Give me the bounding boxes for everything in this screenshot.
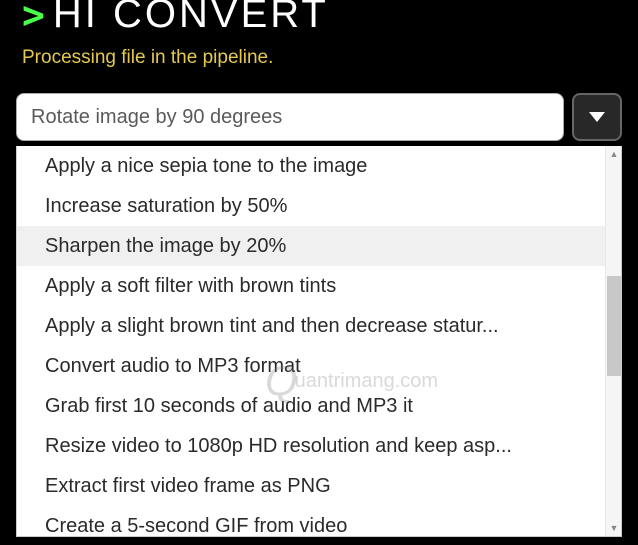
- dropdown-panel: Apply a nice sepia tone to the imageIncr…: [16, 146, 622, 537]
- dropdown-item[interactable]: Convert audio to MP3 format: [17, 346, 605, 386]
- dropdown-list: Apply a nice sepia tone to the imageIncr…: [17, 146, 605, 536]
- dropdown-item[interactable]: Create a 5-second GIF from video: [17, 506, 605, 536]
- dropdown-item[interactable]: Resize video to 1080p HD resolution and …: [17, 426, 605, 466]
- dropdown-item[interactable]: Apply a slight brown tint and then decre…: [17, 306, 605, 346]
- scroll-thumb[interactable]: [607, 276, 621, 376]
- scroll-down-arrow-icon[interactable]: ▼: [606, 520, 622, 536]
- select-dropdown-button[interactable]: [572, 93, 622, 141]
- logo-text: HI CONVERT: [53, 0, 329, 37]
- dropdown-item[interactable]: Extract first video frame as PNG: [17, 466, 605, 506]
- dropdown-item[interactable]: Increase saturation by 50%: [17, 186, 605, 226]
- dropdown-item[interactable]: Apply a nice sepia tone to the image: [17, 146, 605, 186]
- select-input[interactable]: Rotate image by 90 degrees: [16, 93, 564, 141]
- dropdown-item[interactable]: Grab first 10 seconds of audio and MP3 i…: [17, 386, 605, 426]
- select-value: Rotate image by 90 degrees: [31, 106, 282, 129]
- scrollbar[interactable]: ▲ ▼: [605, 146, 621, 536]
- scroll-up-arrow-icon[interactable]: ▲: [606, 146, 622, 162]
- subtitle: Processing file in the pipeline.: [22, 47, 616, 69]
- chevron-down-icon: [589, 112, 605, 122]
- logo: > HI CONVERT: [22, 0, 616, 37]
- dropdown-item[interactable]: Apply a soft filter with brown tints: [17, 266, 605, 306]
- header: > HI CONVERT Processing file in the pipe…: [0, 0, 638, 69]
- select-container: Rotate image by 90 degrees: [16, 93, 622, 141]
- dropdown-item[interactable]: Sharpen the image by 20%: [17, 226, 605, 266]
- arrow-icon: >: [22, 0, 41, 37]
